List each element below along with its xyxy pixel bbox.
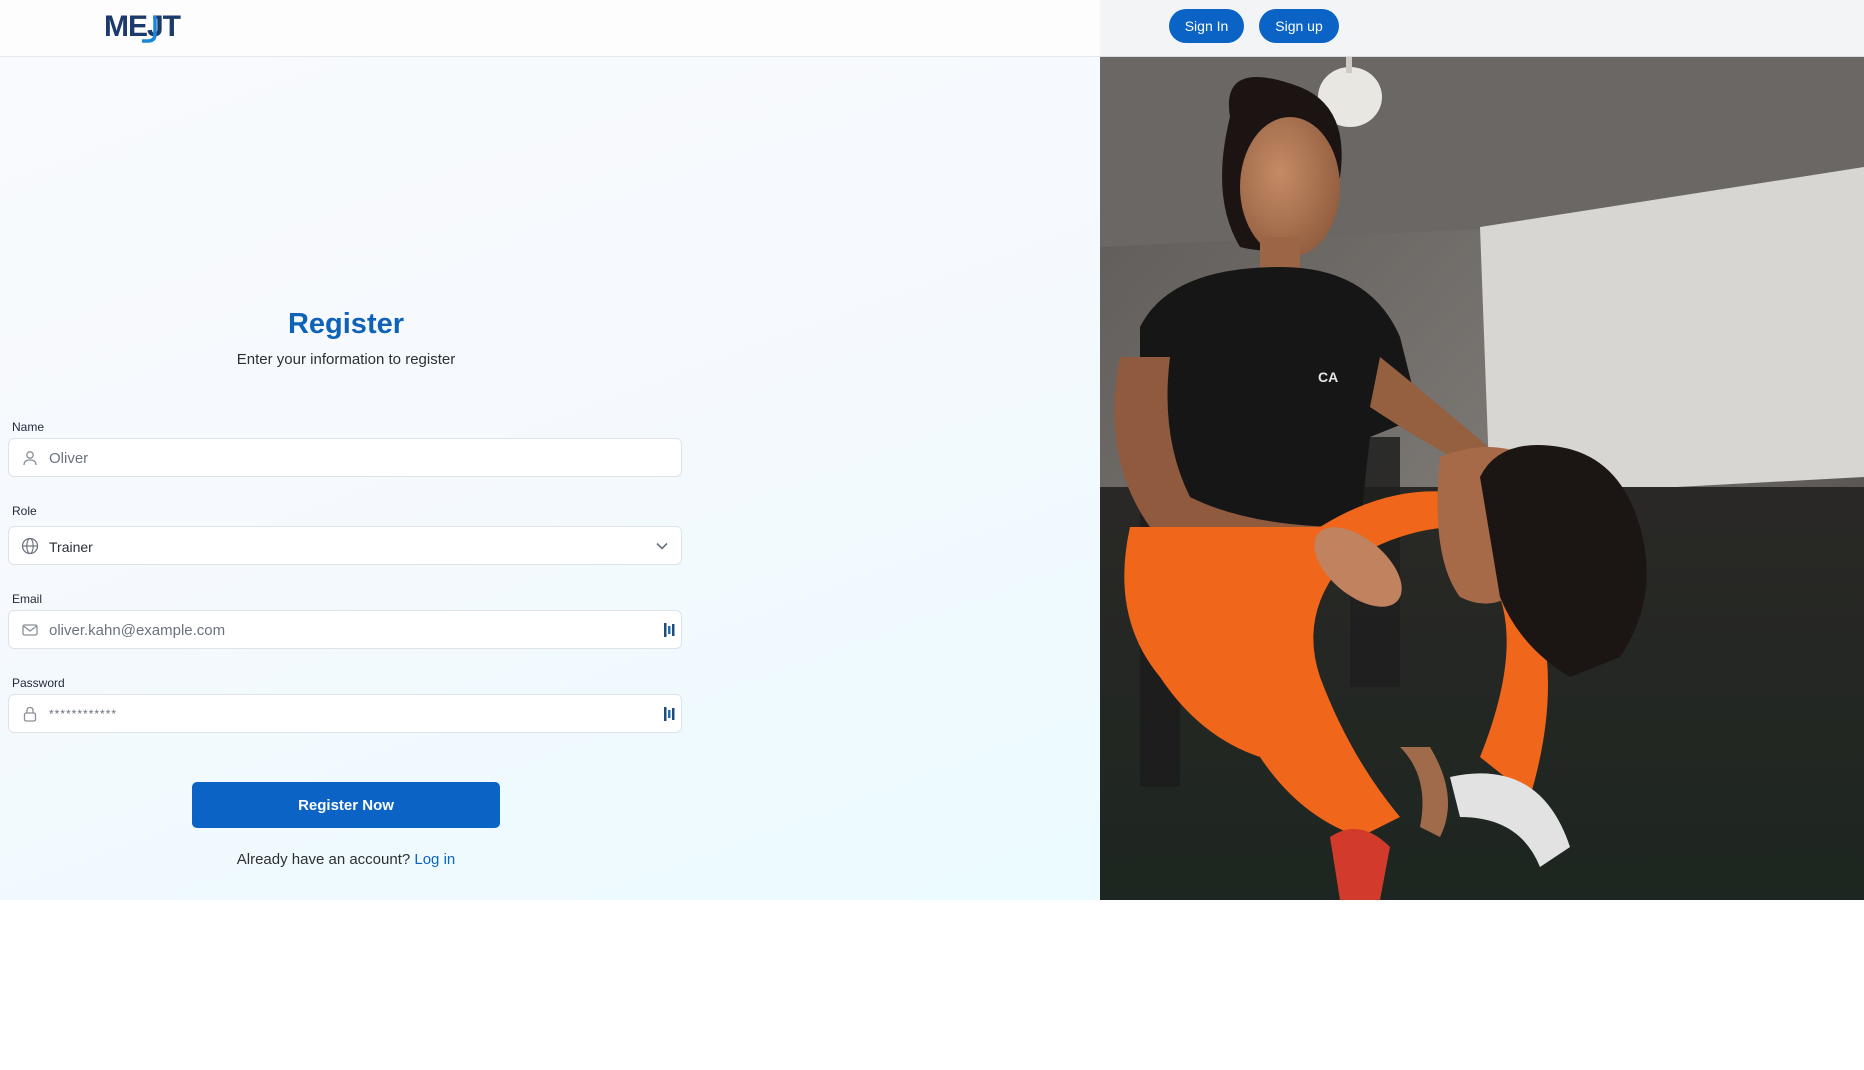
top-navbar: MEJT [0,0,1100,57]
login-prompt-text: Already have an account? [236,851,411,868]
name-input[interactable]: Oliver [49,450,88,467]
page-bottom-area [0,900,1864,1070]
role-label: Role [12,504,37,518]
login-prompt: Already have an account? Log in [0,851,692,868]
logo-text: MEJT [104,10,181,43]
trainer-photo-illustration: CA [1100,57,1864,900]
trainer-photo: CA [1100,57,1864,900]
lock-icon [23,706,37,722]
log-in-link[interactable]: Log in [414,851,455,868]
email-input[interactable]: oliver.kahn@example.com [49,622,225,639]
sign-up-button[interactable]: Sign up [1259,9,1339,43]
mejt-logo[interactable]: MEJT [104,8,194,44]
svg-text:CA: CA [1318,369,1338,385]
name-field[interactable]: Oliver [8,438,682,477]
role-select[interactable]: Trainer [8,526,682,565]
register-now-button[interactable]: Register Now [192,782,500,828]
page-subtitle: Enter your information to register [236,351,456,368]
page-title: Register [287,308,405,340]
role-value: Trainer [49,539,93,555]
password-label: Password [12,676,65,690]
user-icon [23,451,37,466]
right-header: Sign In Sign up [1100,0,1864,57]
chevron-down-icon[interactable] [655,539,669,553]
email-label: Email [12,592,43,606]
password-input[interactable]: ************ [49,707,117,721]
password-field[interactable]: ************ [8,694,682,733]
mail-icon [22,624,38,636]
email-field[interactable]: oliver.kahn@example.com [8,610,682,649]
name-label: Name [12,420,45,434]
password-manager-icon[interactable] [663,707,675,721]
globe-icon [21,537,39,555]
password-manager-icon[interactable] [663,623,675,637]
sign-in-button[interactable]: Sign In [1169,9,1244,43]
